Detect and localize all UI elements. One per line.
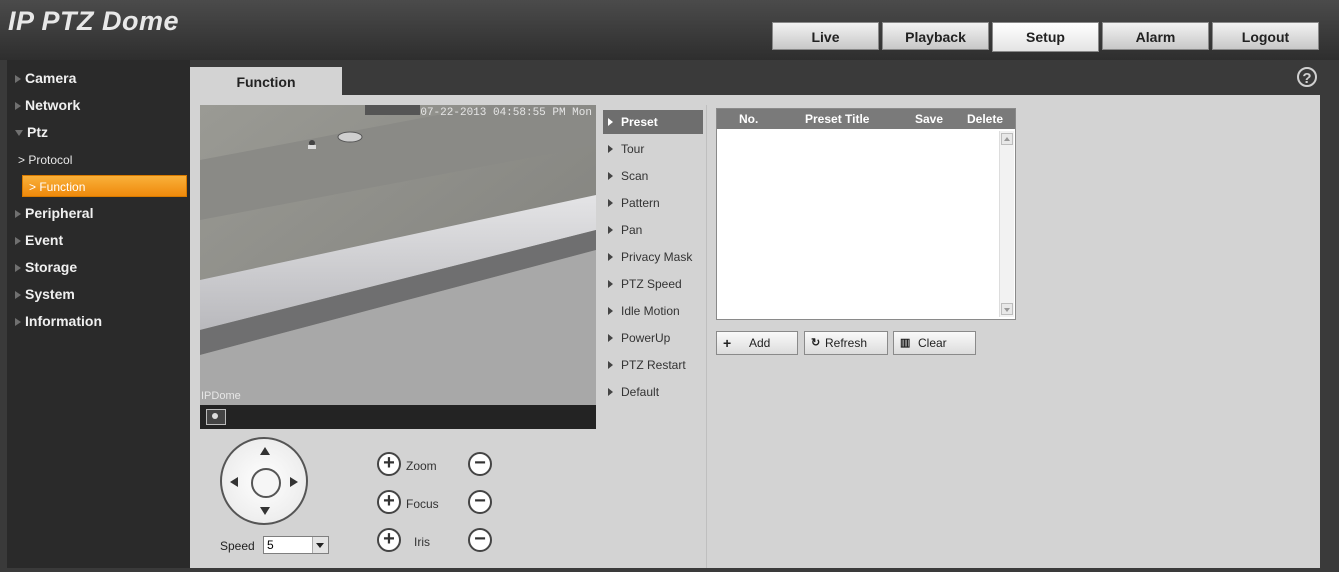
- nav-tab-playback[interactable]: Playback: [882, 22, 989, 50]
- arrow-right-icon[interactable]: [290, 477, 298, 487]
- collapsed-arrow-icon: [15, 102, 21, 111]
- video-preview: 07-22-2013 04:58:55 PM Mon IPDome: [200, 105, 596, 405]
- arrow-left-icon[interactable]: [230, 477, 238, 487]
- function-item-idle-motion[interactable]: Idle Motion: [603, 299, 703, 323]
- sidebar-item-label: Event: [25, 232, 64, 248]
- camera-scene: [200, 105, 596, 405]
- ptz-direction-pad[interactable]: [220, 437, 308, 525]
- column-header-save: Save: [915, 112, 944, 126]
- plus-icon: +: [723, 335, 732, 351]
- function-item-scan[interactable]: Scan: [603, 164, 703, 188]
- sidebar-item-label: Peripheral: [25, 205, 94, 221]
- function-item-tour[interactable]: Tour: [603, 137, 703, 161]
- help-icon[interactable]: ?: [1297, 67, 1317, 87]
- scroll-down-arrow-icon[interactable]: [1001, 303, 1013, 315]
- function-item-ptz-speed[interactable]: PTZ Speed: [603, 272, 703, 296]
- sidebar-item-label: Network: [25, 97, 81, 113]
- sidebar-item-label: Storage: [25, 259, 78, 275]
- iris-open-button[interactable]: +: [377, 528, 401, 552]
- refresh-icon: ↻: [811, 337, 821, 349]
- collapsed-arrow-icon: [15, 318, 21, 327]
- content-tab-band: [190, 60, 1320, 95]
- video-toolbar: [200, 405, 596, 429]
- arrow-up-icon[interactable]: [260, 447, 270, 455]
- header-bar: IP PTZ Dome Live Playback Setup Alarm Lo…: [0, 0, 1339, 60]
- video-channel-name: IPDome: [201, 390, 241, 402]
- iris-close-button[interactable]: −: [468, 528, 492, 552]
- clear-button-label: Clear: [918, 336, 947, 350]
- tab-function[interactable]: Function: [190, 67, 342, 97]
- sidebar-item-label: System: [25, 286, 75, 302]
- preset-table: No. Preset Title Save Delete: [716, 108, 1016, 320]
- chevron-right-icon: >: [29, 180, 40, 194]
- speed-select[interactable]: 5: [263, 536, 329, 554]
- nav-tab-live[interactable]: Live: [772, 22, 879, 50]
- iris-label: Iris: [414, 535, 430, 549]
- speed-select-value: 5: [267, 538, 274, 552]
- preset-table-header: No. Preset Title Save Delete: [717, 109, 1015, 129]
- focus-far-button[interactable]: −: [468, 490, 492, 514]
- clear-button[interactable]: ▥ Clear: [893, 331, 976, 355]
- zoom-out-button[interactable]: −: [468, 452, 492, 476]
- zoom-label: Zoom: [406, 459, 437, 473]
- refresh-button-label: Refresh: [825, 336, 868, 350]
- function-item-pattern[interactable]: Pattern: [603, 191, 703, 215]
- sidebar-subitem-protocol[interactable]: > Protocol: [18, 149, 188, 171]
- column-header-delete: Delete: [967, 112, 1004, 126]
- app-logo-title: IP PTZ Dome: [8, 6, 180, 36]
- ptz-center-button[interactable]: [251, 468, 281, 498]
- nav-tab-setup[interactable]: Setup: [992, 22, 1099, 52]
- dropdown-arrow-icon[interactable]: [312, 537, 328, 553]
- sidebar-item-label: Information: [25, 313, 102, 329]
- sidebar-item-peripheral[interactable]: Peripheral: [15, 205, 93, 221]
- scroll-up-arrow-icon[interactable]: [1001, 133, 1013, 145]
- sidebar-item-information[interactable]: Information: [15, 313, 102, 329]
- sidebar: Camera Network Ptz > Protocol > Function…: [7, 60, 190, 568]
- collapsed-arrow-icon: [15, 210, 21, 219]
- focus-near-button[interactable]: +: [377, 490, 401, 514]
- preset-table-scrollbar[interactable]: [999, 131, 1014, 317]
- snapshot-camera-icon[interactable]: [206, 409, 226, 425]
- add-button[interactable]: + Add: [716, 331, 798, 355]
- nav-tab-logout[interactable]: Logout: [1212, 22, 1319, 50]
- function-item-privacy-mask[interactable]: Privacy Mask: [603, 245, 703, 269]
- expanded-arrow-icon: [15, 130, 23, 137]
- speed-label: Speed: [220, 539, 255, 553]
- sidebar-item-ptz[interactable]: Ptz: [15, 124, 48, 140]
- function-item-ptz-restart[interactable]: PTZ Restart: [603, 353, 703, 377]
- sidebar-subitem-label: Function: [39, 180, 86, 194]
- chevron-right-icon: >: [18, 153, 29, 167]
- collapsed-arrow-icon: [15, 264, 21, 273]
- sidebar-item-storage[interactable]: Storage: [15, 259, 77, 275]
- sidebar-item-label: Ptz: [27, 124, 48, 140]
- column-header-no: No.: [739, 112, 759, 126]
- video-timestamp: 07-22-2013 04:58:55 PM Mon: [420, 107, 592, 119]
- function-item-pan[interactable]: Pan: [603, 218, 703, 242]
- zoom-in-button[interactable]: +: [377, 452, 401, 476]
- collapsed-arrow-icon: [15, 237, 21, 246]
- collapsed-arrow-icon: [15, 291, 21, 300]
- sidebar-item-camera[interactable]: Camera: [15, 70, 76, 86]
- column-header-preset-title: Preset Title: [805, 112, 870, 126]
- collapsed-arrow-icon: [15, 75, 21, 84]
- sidebar-item-network[interactable]: Network: [15, 97, 80, 113]
- sidebar-item-system[interactable]: System: [15, 286, 75, 302]
- function-list: Preset Tour Scan Pattern Pan Privacy Mas…: [601, 105, 707, 568]
- sidebar-item-label: Camera: [25, 70, 77, 86]
- add-button-label: Add: [749, 336, 771, 350]
- refresh-button[interactable]: ↻ Refresh: [804, 331, 888, 355]
- function-item-default[interactable]: Default: [603, 380, 703, 404]
- sidebar-item-event[interactable]: Event: [15, 232, 63, 248]
- function-item-powerup[interactable]: PowerUp: [603, 326, 703, 350]
- sidebar-subitem-function[interactable]: > Function: [22, 175, 187, 197]
- sidebar-subitem-label: Protocol: [28, 153, 73, 167]
- function-item-preset[interactable]: Preset: [603, 110, 703, 134]
- trash-icon: ▥: [900, 337, 911, 349]
- nav-tab-alarm[interactable]: Alarm: [1102, 22, 1209, 50]
- focus-label: Focus: [406, 497, 439, 511]
- arrow-down-icon[interactable]: [260, 507, 270, 515]
